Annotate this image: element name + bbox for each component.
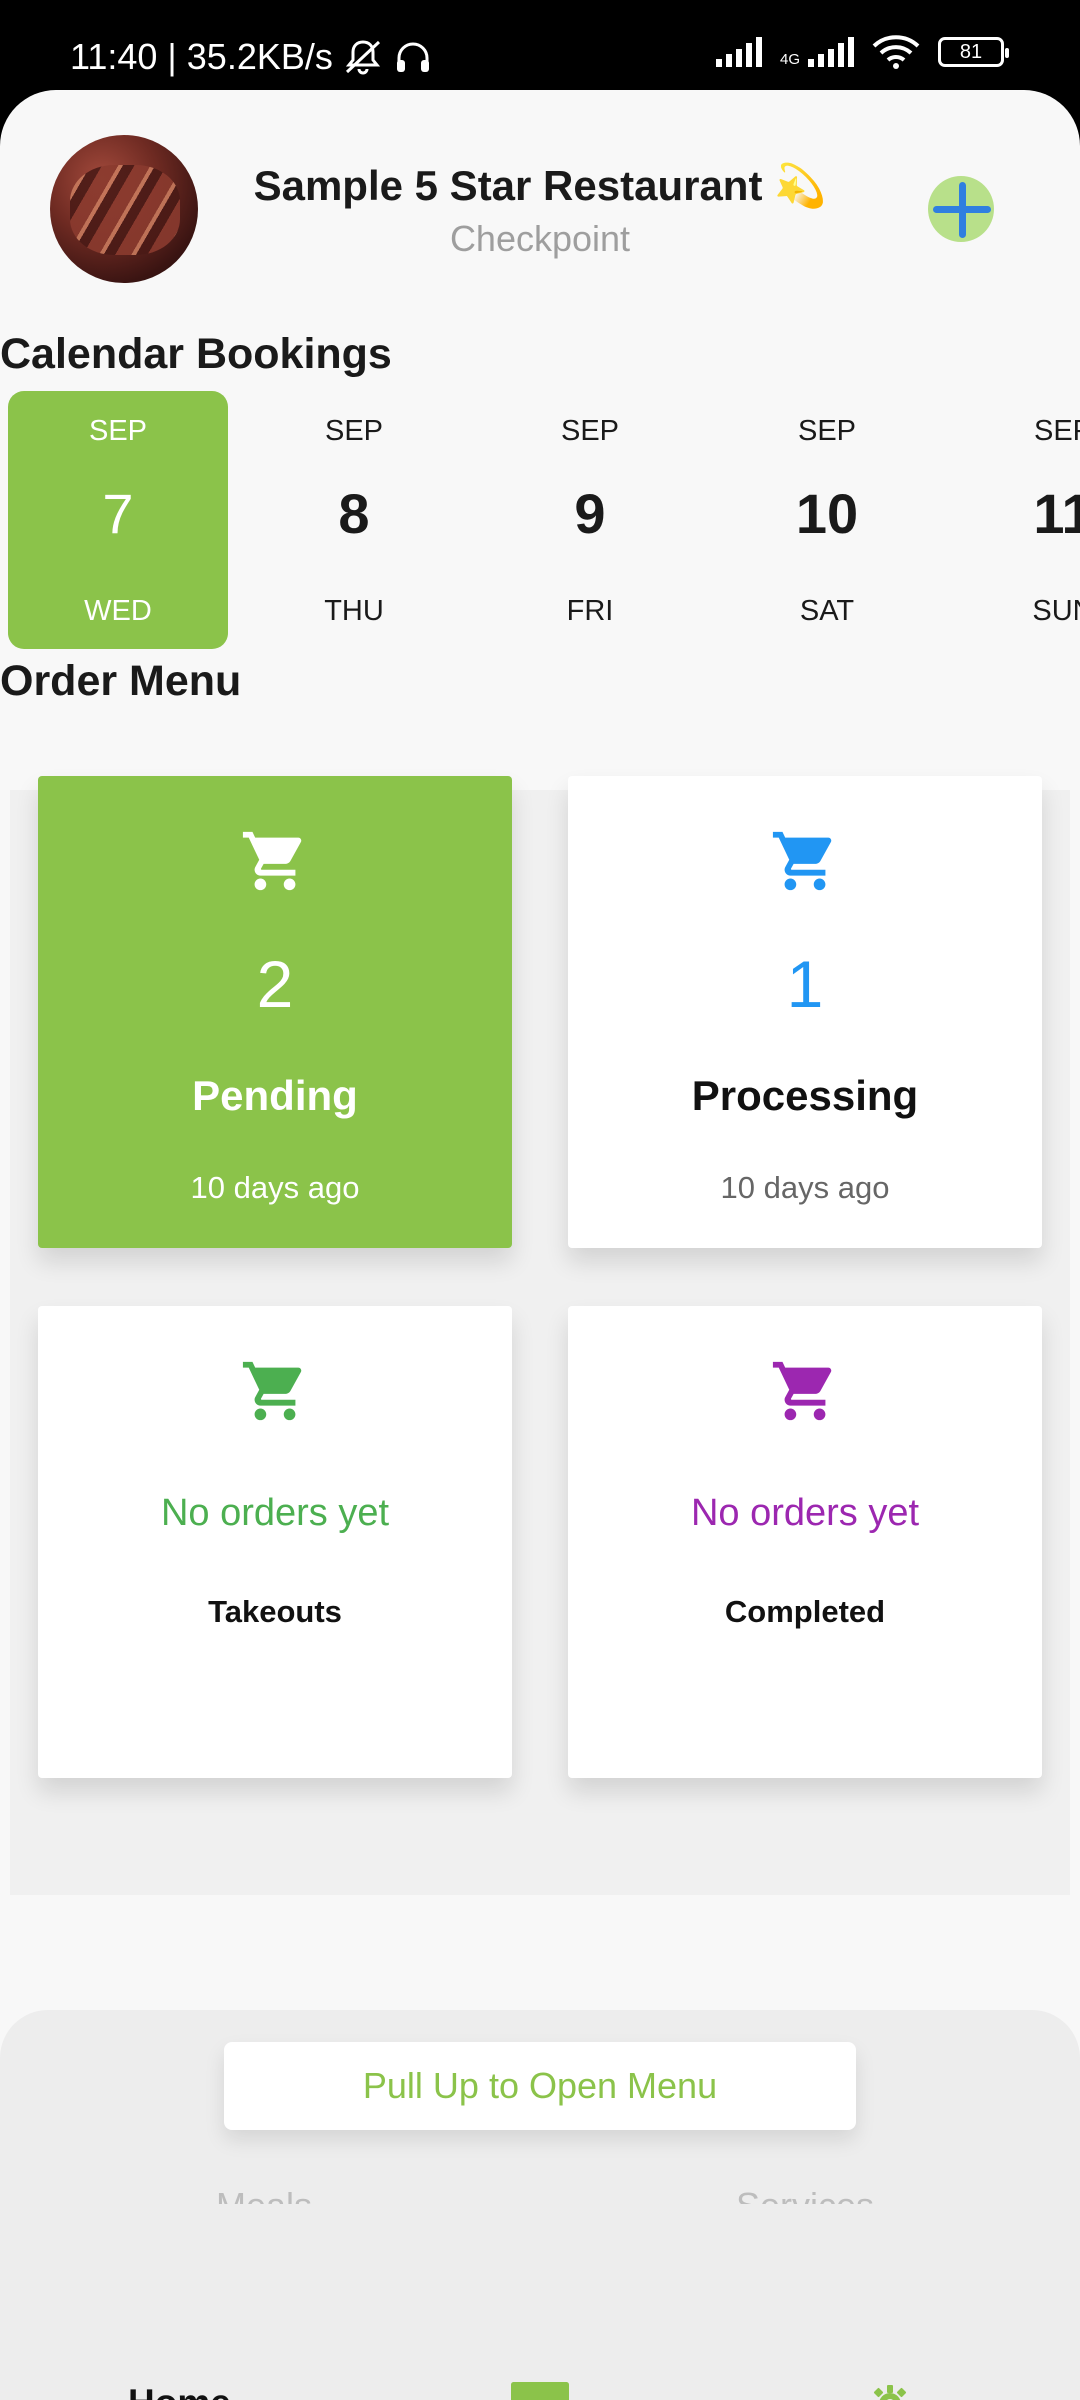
calendar-weekday: THU: [324, 595, 384, 627]
calendar-weekday: SAT: [799, 595, 855, 627]
order-card-completed[interactable]: No orders yet Completed: [568, 1306, 1042, 1778]
calendar-weekday: WED: [84, 595, 152, 627]
calendar-day-3[interactable]: SEP 9 FRI: [480, 391, 700, 649]
calendar-day-5[interactable]: SEP 11 SUN: [953, 391, 1080, 649]
wifi-icon: [872, 35, 920, 69]
calendar-heading: Calendar Bookings: [0, 330, 392, 378]
order-time: 10 days ago: [720, 1170, 890, 1205]
order-card-pending[interactable]: 2 Pending 10 days ago: [38, 776, 512, 1248]
calendar-date: 9: [574, 482, 606, 545]
calendar-day-1[interactable]: SEP 7 WED: [8, 391, 228, 649]
battery-indicator: 81: [938, 37, 1009, 67]
calendar-month: SEP: [1033, 415, 1080, 447]
order-menu-heading: Order Menu: [0, 657, 242, 705]
status-time-speed: 11:40 | 35.2KB/s: [70, 36, 333, 77]
settings-icon[interactable]: [868, 2382, 942, 2400]
bottom-nav: Home: [0, 2312, 1080, 2400]
order-count: 2: [256, 947, 294, 1021]
calendar-weekday: SUN: [1032, 595, 1080, 627]
calendar-day-5-clip: SEP 11 SUN: [953, 391, 1080, 649]
headphones-icon: [396, 42, 429, 72]
calendar-month: SEP: [797, 415, 857, 447]
calendar-date: 11: [1033, 482, 1080, 545]
status-left: 11:40 | 35.2KB/s: [70, 36, 433, 78]
calendar-month: SEP: [88, 415, 148, 447]
order-card-processing[interactable]: 1 Processing 10 days ago: [568, 776, 1042, 1248]
cart-icon: [242, 831, 302, 891]
order-status-label: Completed: [724, 1594, 886, 1629]
add-button[interactable]: [928, 176, 994, 242]
cart-icon: [242, 1361, 302, 1421]
order-card-takeouts[interactable]: No orders yet Takeouts: [38, 1306, 512, 1778]
order-empty-text: No orders yet: [160, 1492, 390, 1534]
battery-level: 81: [959, 40, 983, 63]
order-status-label: Takeouts: [208, 1594, 342, 1629]
calendar-day-4[interactable]: SEP 10 SAT: [717, 391, 937, 649]
signal-icon: [715, 37, 762, 67]
pull-up-menu-button[interactable]: Pull Up to Open Menu: [224, 2042, 856, 2130]
chat-icon[interactable]: [510, 2378, 570, 2400]
menu-tab-meals[interactable]: Meals: [216, 2186, 312, 2204]
app-screen: Sample 5 Star Restaurant 💫 Checkpoint Ca…: [0, 90, 1080, 2400]
nav-home[interactable]: Home: [128, 2382, 231, 2400]
order-count: 1: [786, 947, 824, 1021]
calendar-date: 7: [102, 482, 134, 545]
status-right: 4G 81: [715, 34, 1009, 70]
bell-off-icon: [345, 40, 380, 75]
order-status-label: Processing: [691, 1072, 919, 1119]
order-empty-text: No orders yet: [690, 1492, 920, 1534]
order-status-label: Pending: [192, 1072, 358, 1119]
signal-icon-2: [808, 37, 854, 67]
restaurant-title: Sample 5 Star Restaurant 💫: [253, 162, 827, 209]
restaurant-subtitle: Checkpoint: [449, 218, 631, 259]
calendar-month: SEP: [560, 415, 620, 447]
cart-icon: [772, 1361, 832, 1421]
calendar-date: 8: [338, 482, 370, 545]
menu-tab-services[interactable]: Services: [736, 2186, 874, 2204]
status-bar: 11:40 | 35.2KB/s 4G 81: [0, 0, 1080, 90]
calendar-weekday: FRI: [566, 595, 614, 627]
calendar-date: 10: [795, 482, 859, 545]
cart-icon: [772, 831, 832, 891]
calendar-day-2[interactable]: SEP 8 THU: [244, 391, 464, 649]
network-type: 4G: [779, 51, 800, 68]
order-time: 10 days ago: [190, 1170, 360, 1205]
calendar-month: SEP: [324, 415, 384, 447]
